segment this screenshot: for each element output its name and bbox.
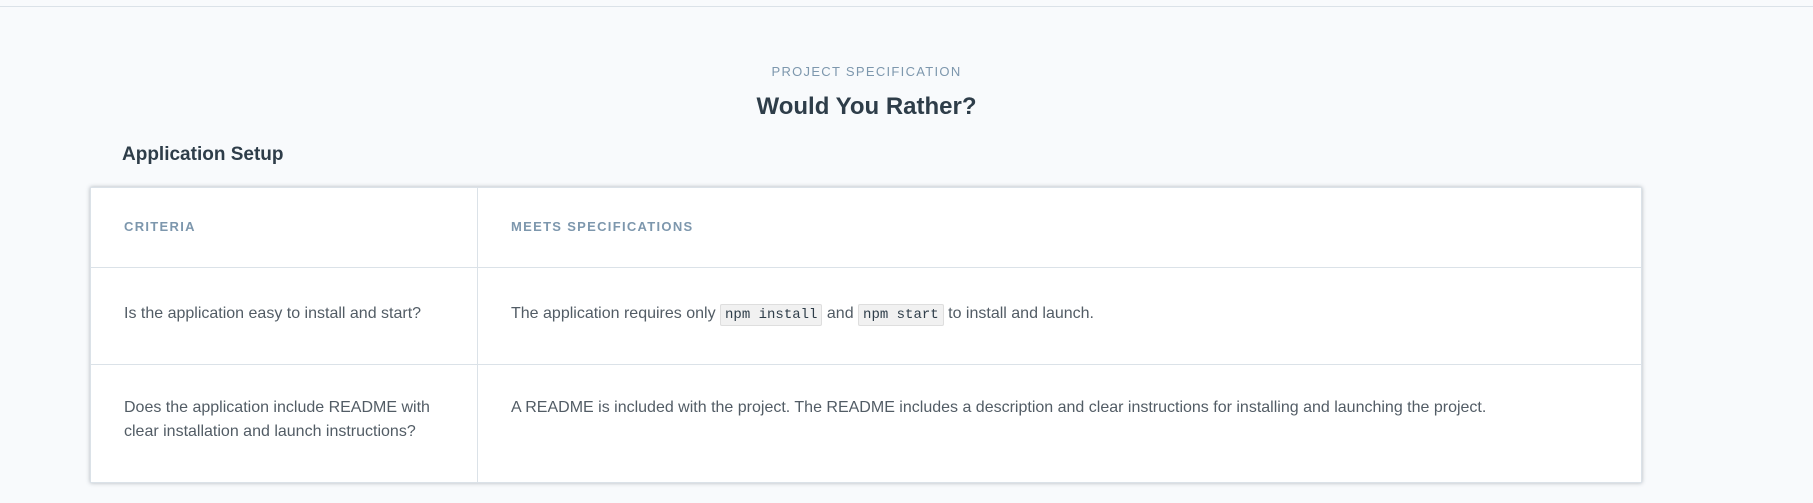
- code-npm-install: npm install: [720, 304, 823, 326]
- section-title: Application Setup: [122, 144, 284, 165]
- meets-specifications-cell: A README is included with the project. T…: [511, 399, 1487, 416]
- meets-text-mid: and: [826, 305, 854, 322]
- page-eyebrow: PROJECT SPECIFICATION: [771, 64, 962, 79]
- top-border-divider: [0, 6, 1813, 7]
- table-row: Does the application include README with…: [91, 365, 1641, 484]
- meets-specifications-column-header: MEETS SPECIFICATIONS: [511, 219, 694, 234]
- criteria-column-header: CRITERIA: [124, 219, 196, 234]
- rubric-table: CRITERIA MEETS SPECIFICATIONS Is the app…: [90, 187, 1642, 483]
- code-npm-start: npm start: [858, 304, 944, 326]
- page-title: Would You Rather?: [756, 93, 977, 120]
- table-row: Is the application easy to install and s…: [91, 268, 1641, 365]
- criteria-cell: Is the application easy to install and s…: [124, 305, 422, 322]
- table-header-row: CRITERIA MEETS SPECIFICATIONS: [91, 188, 1641, 268]
- meets-specifications-cell: The application requires only npm instal…: [511, 302, 1611, 327]
- criteria-cell: Does the application include README with…: [124, 399, 430, 440]
- meets-text-prefix: The application requires only: [511, 305, 716, 322]
- meets-text-suffix: to install and launch.: [948, 305, 1094, 322]
